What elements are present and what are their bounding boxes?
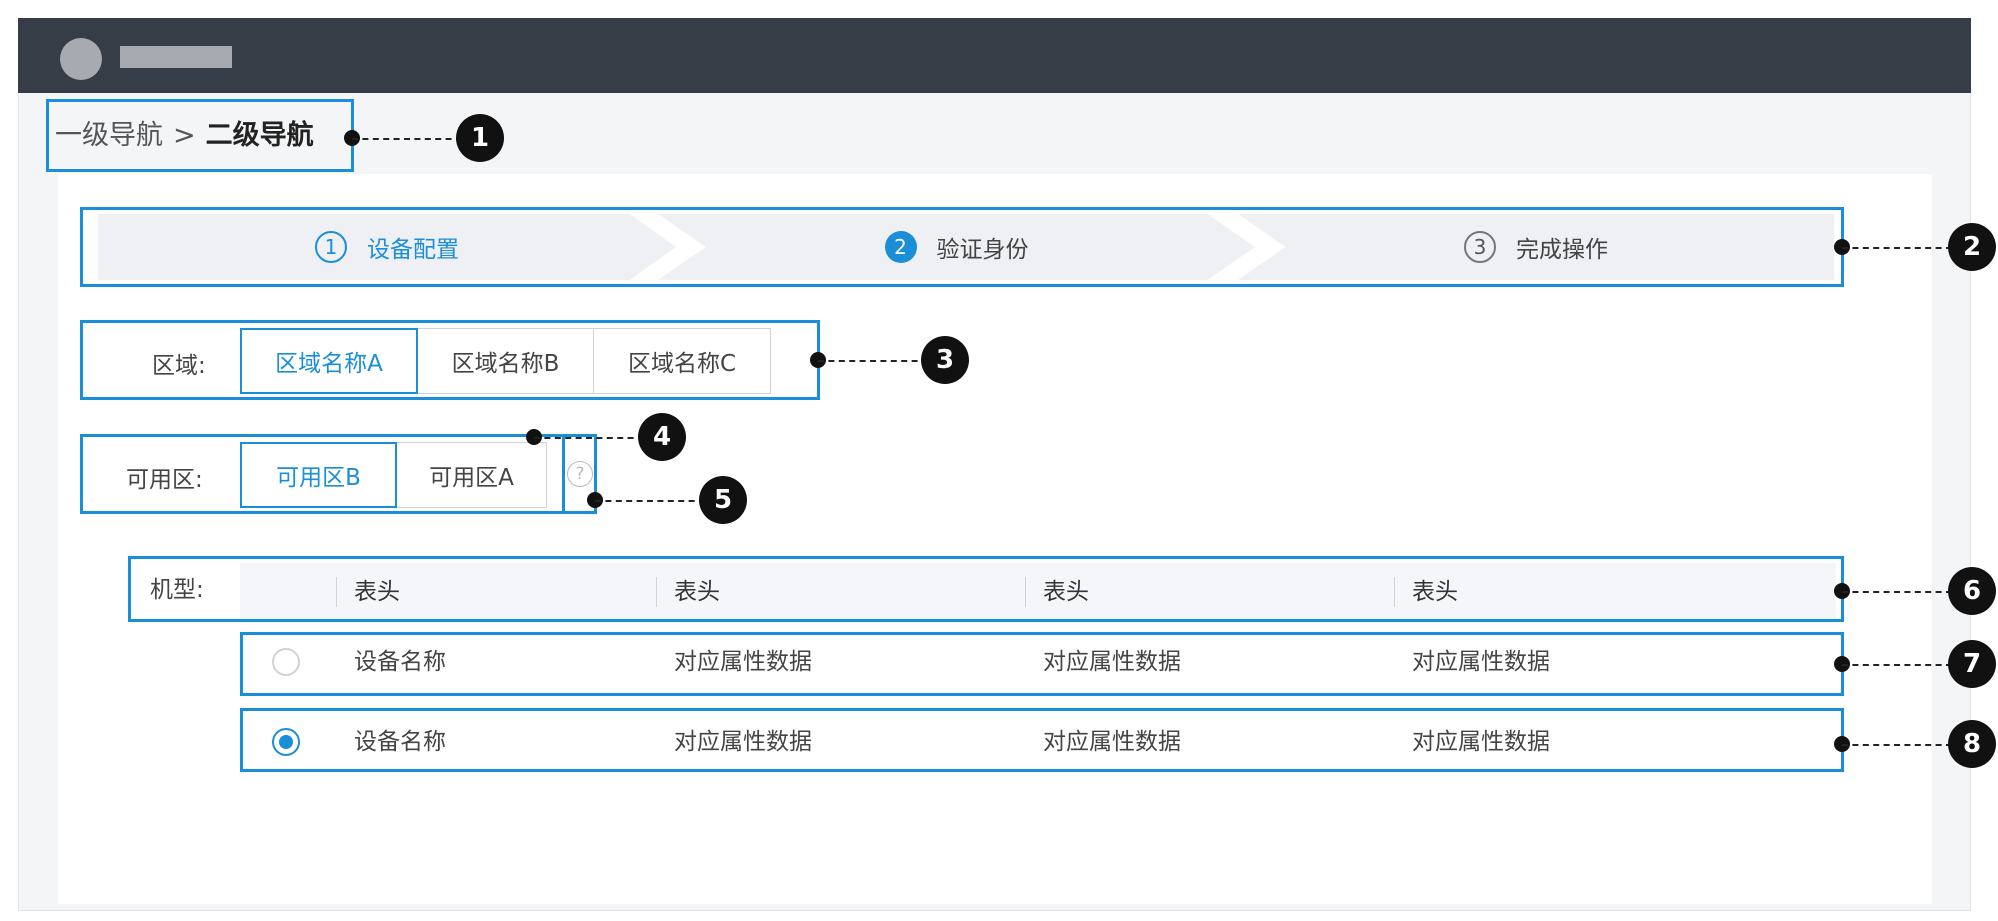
attribute-cell: 对应属性数据 <box>674 649 812 675</box>
step-3: 3 完成操作 <box>1238 214 1834 280</box>
breadcrumb-level2: 二级导航 <box>205 120 314 151</box>
model-table-header: 表头 表头 表头 表头 <box>240 563 1836 621</box>
annotation-leader <box>1842 744 1952 746</box>
annotation-marker-6: 6 <box>1948 567 1996 615</box>
attribute-cell: 对应属性数据 <box>1043 729 1181 755</box>
device-name-cell: 设备名称 <box>354 649 446 675</box>
annotation-marker-3: 3 <box>921 336 969 384</box>
logo-placeholder-icon <box>60 38 102 80</box>
annotation-marker-8: 8 <box>1948 720 1996 768</box>
app-name-placeholder <box>120 46 232 68</box>
attribute-cell: 对应属性数据 <box>1412 729 1550 755</box>
zone-option-a[interactable]: 可用区A <box>396 442 547 508</box>
column-header: 表头 <box>1394 563 1458 621</box>
row-radio-selected[interactable] <box>272 728 300 756</box>
attribute-cell: 对应属性数据 <box>1412 649 1550 675</box>
column-header: 表头 <box>336 563 400 621</box>
annotation-leader <box>818 360 928 362</box>
region-option-b[interactable]: 区域名称B <box>417 328 594 394</box>
zone-selector: 可用区B 可用区A <box>240 442 547 508</box>
column-header: 表头 <box>1025 563 1089 621</box>
breadcrumb-separator: > <box>173 120 196 151</box>
step-2-number: 2 <box>884 231 917 263</box>
row-radio[interactable] <box>272 648 300 676</box>
annotation-leader <box>1842 247 1952 249</box>
annotation-leader <box>595 500 705 502</box>
attribute-cell: 对应属性数据 <box>674 729 812 755</box>
zone-option-b[interactable]: 可用区B <box>240 442 397 508</box>
step-1-number: 1 <box>315 231 347 263</box>
annotation-leader <box>1842 591 1952 593</box>
annotation-marker-5: 5 <box>699 476 747 524</box>
top-bar <box>18 18 1971 93</box>
region-label: 区域: <box>152 353 206 379</box>
annotation-leader <box>534 437 644 439</box>
annotation-marker-7: 7 <box>1948 640 1996 688</box>
model-label: 机型: <box>150 577 204 603</box>
breadcrumb-level1[interactable]: 一级导航 <box>55 116 163 156</box>
step-3-label: 完成操作 <box>1516 237 1608 263</box>
device-name-cell: 设备名称 <box>354 729 446 755</box>
annotation-leader <box>352 138 462 140</box>
region-option-a[interactable]: 区域名称A <box>240 328 418 394</box>
annotation-leader <box>1842 664 1952 666</box>
attribute-cell: 对应属性数据 <box>1043 649 1181 675</box>
annotation-marker-1: 1 <box>456 114 504 162</box>
region-option-c[interactable]: 区域名称C <box>593 328 771 394</box>
annotation-marker-4: 4 <box>638 413 686 461</box>
breadcrumb: 一级导航 > 二级导航 <box>55 116 314 156</box>
column-header: 表头 <box>656 563 720 621</box>
zone-label: 可用区: <box>126 467 203 493</box>
step-1-label: 设备配置 <box>367 237 459 263</box>
step-2: 2 验证身份 <box>658 214 1255 280</box>
table-row[interactable]: 设备名称 对应属性数据 对应属性数据 对应属性数据 <box>240 710 1836 774</box>
step-2-label: 验证身份 <box>936 237 1029 263</box>
content-card <box>58 174 1932 904</box>
help-icon[interactable]: ? <box>567 461 593 487</box>
annotation-marker-2: 2 <box>1948 223 1996 271</box>
region-selector: 区域名称A 区域名称B 区域名称C <box>240 328 771 394</box>
step-3-number: 3 <box>1464 231 1496 263</box>
step-1: 1 设备配置 <box>98 214 676 280</box>
step-indicator: 1 设备配置 2 验证身份 3 完成操作 <box>98 214 1834 280</box>
table-row[interactable]: 设备名称 对应属性数据 对应属性数据 对应属性数据 <box>240 630 1836 694</box>
